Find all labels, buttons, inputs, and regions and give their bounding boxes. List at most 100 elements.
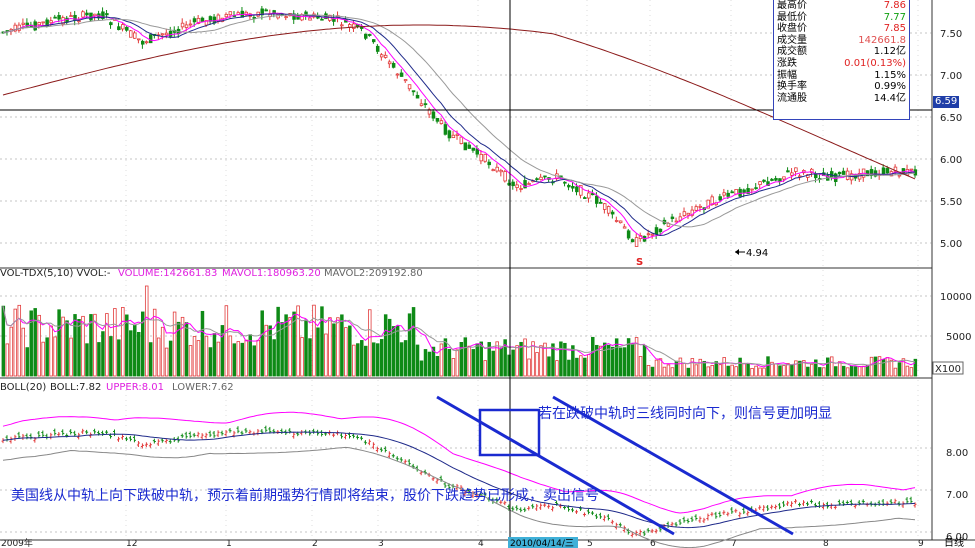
candle-body [105, 13, 109, 16]
candle-body [575, 186, 579, 193]
candle-body [742, 189, 746, 193]
candle-body [411, 90, 416, 93]
candle-body [348, 24, 352, 28]
info-row: 换手率 0.99% [774, 81, 909, 93]
volume-bar [129, 330, 133, 377]
candle-body [387, 61, 392, 65]
volume-bar [722, 357, 726, 377]
candle-body [758, 181, 762, 186]
candle-body [618, 220, 623, 224]
candle-body [762, 179, 766, 182]
candle-body [698, 205, 703, 208]
volume-bar [272, 339, 276, 377]
candle-body [674, 220, 679, 223]
candle-body [670, 216, 675, 219]
candle-body [129, 30, 133, 38]
volume-bar [527, 358, 531, 377]
volume-bar [539, 345, 543, 377]
candle-body [610, 211, 615, 215]
volume-bar [754, 365, 758, 377]
candle-body [471, 147, 476, 151]
info-row: 最低价 7.77 [774, 12, 909, 24]
volume-bar [360, 340, 364, 377]
volume-bar [348, 325, 352, 377]
volume-bar [379, 339, 384, 377]
candle-body [837, 171, 842, 175]
volume-bar [423, 349, 428, 377]
candle-body [479, 153, 483, 162]
volume-bar [523, 338, 527, 377]
candle-body [595, 195, 599, 204]
volume-bar [304, 319, 308, 377]
volume-bar [13, 308, 18, 377]
volume-bar [403, 340, 408, 377]
svg-text:2: 2 [312, 539, 318, 548]
info-value: 7.77 [883, 11, 906, 23]
volume-bar [336, 317, 340, 377]
y-tick: 7.00 [940, 71, 962, 82]
volume-bar [300, 337, 304, 377]
volume-bar [228, 335, 233, 377]
candle-body [415, 94, 420, 99]
volume-bar [17, 304, 22, 377]
svg-text:MAVOL1:180963.20: MAVOL1:180963.20 [222, 268, 321, 279]
volume-bar [758, 367, 762, 377]
volume-bar [276, 306, 280, 377]
volume-bar [364, 345, 368, 377]
volume-bar [69, 337, 73, 377]
volume-bar [324, 333, 328, 377]
volume-bar [232, 343, 237, 377]
period-label[interactable]: 日线 [944, 536, 964, 548]
volume-bar [491, 350, 495, 377]
svg-text:LOWER:7.62: LOWER:7.62 [172, 382, 234, 393]
info-value: 142661.8 [858, 34, 906, 46]
volume-bar [702, 360, 707, 377]
candle-body [634, 237, 639, 247]
volume-bar [794, 360, 798, 377]
candle-body [483, 153, 487, 162]
volume-bar [610, 346, 615, 377]
volume-bar [212, 333, 217, 377]
candle-body [443, 124, 448, 135]
candle-body [750, 188, 754, 191]
candle-body [646, 233, 651, 236]
candle-body [543, 175, 547, 178]
volume-bar [861, 365, 866, 377]
boll-mid-line [2, 431, 916, 529]
candle-body [308, 17, 312, 21]
candle-body [407, 84, 412, 90]
boll-y-axis: 8.00 7.00 6.00 [946, 448, 968, 543]
volume-bar [320, 306, 324, 377]
info-value: 0.99% [874, 81, 906, 93]
info-label: 收盘价 [777, 23, 807, 35]
volume-bar [105, 313, 109, 377]
candle-body [332, 18, 336, 22]
info-value: 0.01(0.13%) [844, 57, 906, 69]
candle-body [463, 142, 468, 151]
volume-bar [208, 347, 213, 377]
candle-body [833, 173, 838, 182]
candle-body [419, 103, 424, 106]
volume-bar [909, 367, 914, 377]
volume-bar [125, 314, 129, 377]
annotation-bottom: 美国线从中轨上向下跌破中轨，预示着前期强势行情即将结束，股价下跌趋势已形成，卖出… [11, 487, 599, 504]
info-value: 1.15% [874, 69, 906, 81]
candle-body [722, 192, 726, 196]
volume-bar [280, 322, 284, 377]
candle-body [630, 239, 635, 243]
volume-bar [220, 325, 225, 377]
svg-text:5: 5 [587, 539, 593, 548]
volume-bar [738, 357, 742, 377]
info-row: 收盘价 7.85 [774, 23, 909, 35]
volume-bar [5, 343, 10, 377]
volume-bar [387, 318, 392, 377]
volume-bar [137, 331, 141, 377]
info-label: 振幅 [777, 69, 797, 81]
candle-body [439, 120, 444, 124]
candle-body [511, 181, 515, 187]
volume-bar [591, 336, 595, 377]
candle-body [423, 103, 428, 106]
candle-body [224, 13, 229, 18]
candle-body [352, 23, 356, 29]
candle-body [49, 20, 53, 24]
